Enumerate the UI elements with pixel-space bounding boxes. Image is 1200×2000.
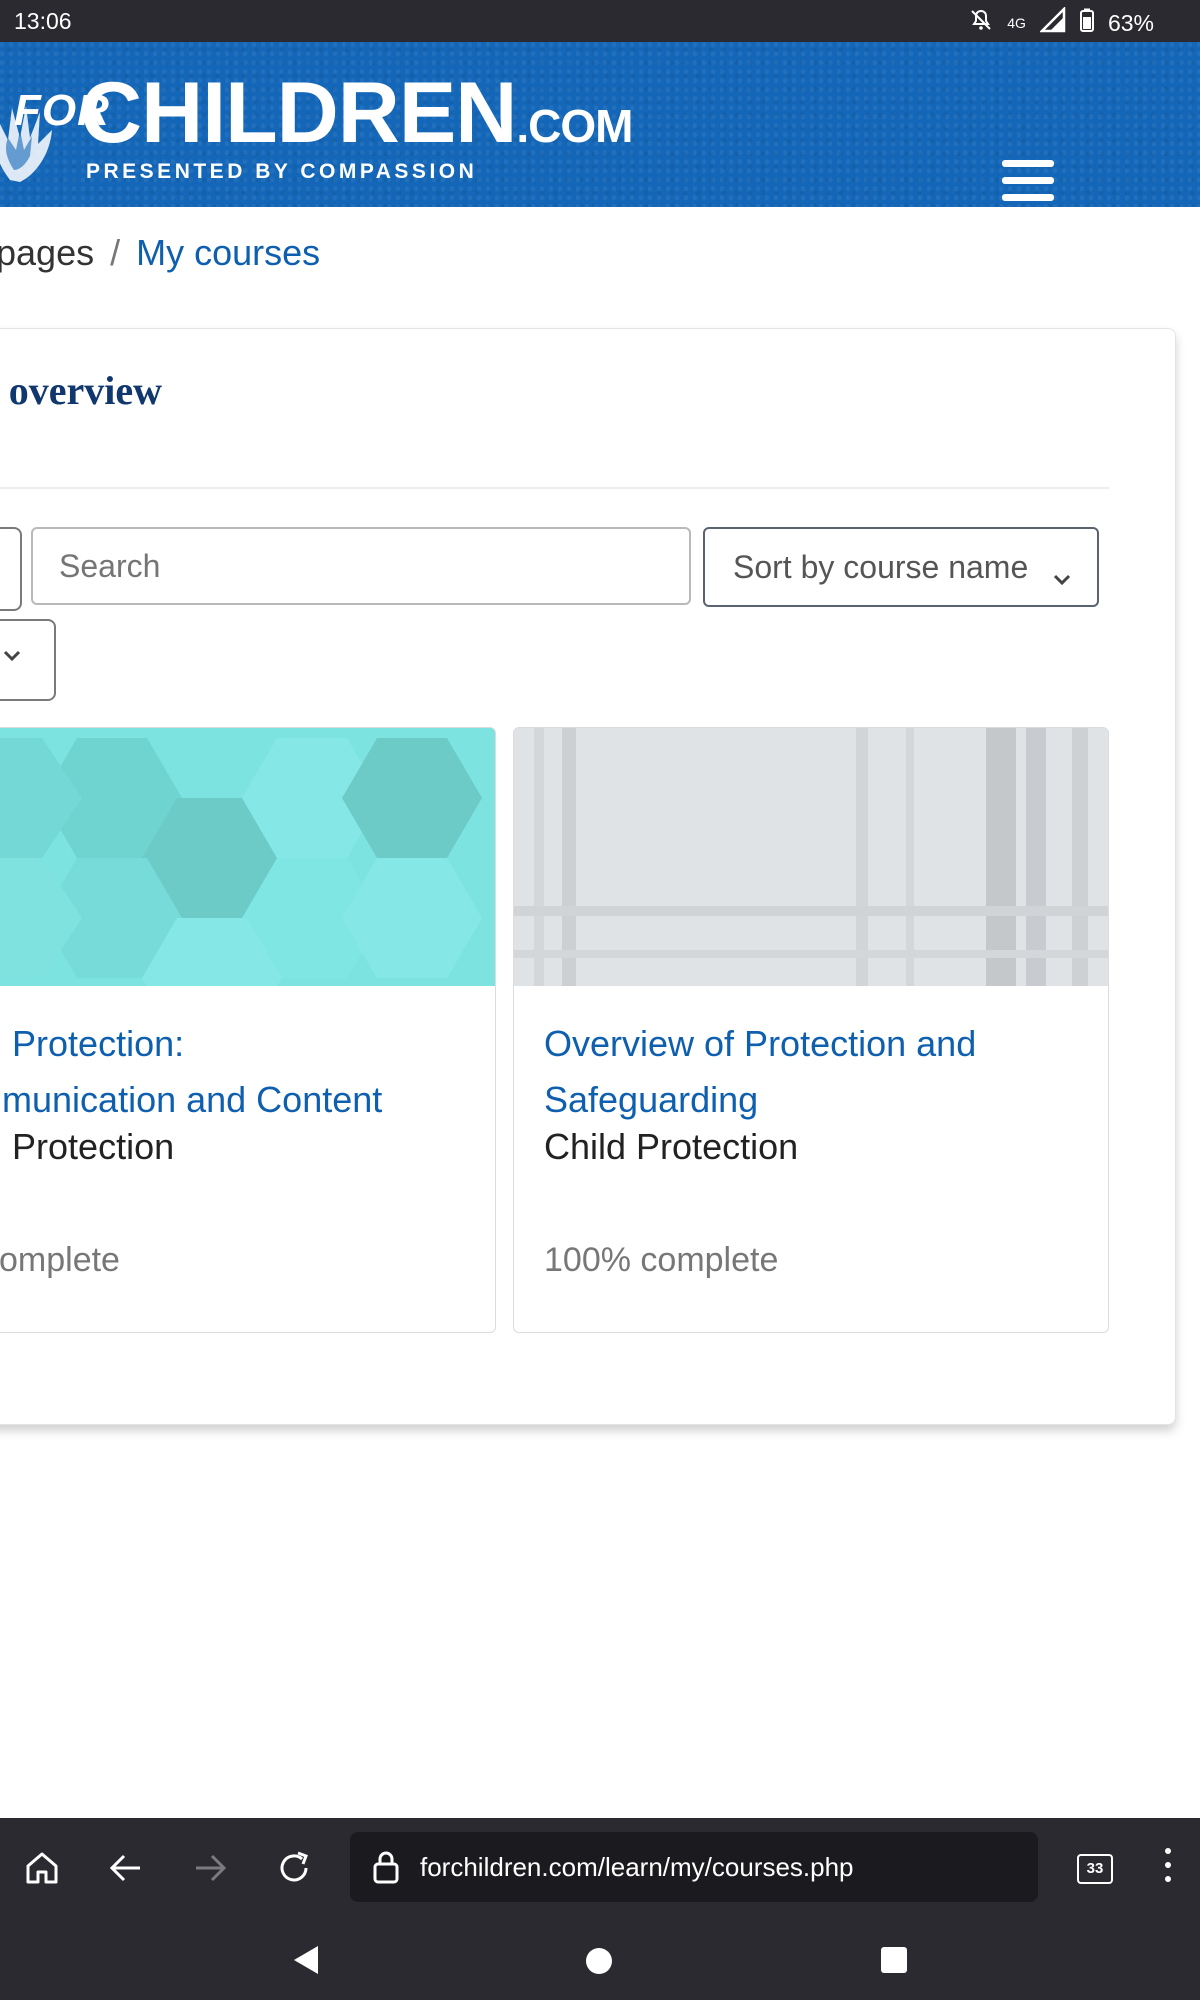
course-card[interactable]: d Protection: nmunication and Content d …: [0, 727, 496, 1333]
more-icon[interactable]: [1165, 1848, 1171, 1890]
breadcrumb: pages / My courses: [0, 232, 320, 274]
course-name-line: nmunication and Content: [0, 1079, 383, 1120]
network-4g-icon: 4G: [1007, 15, 1026, 31]
sort-selected-label: Sort by course name: [733, 548, 1029, 585]
nav-back-icon[interactable]: [292, 1944, 320, 1981]
battery-icon: [1079, 8, 1094, 38]
sort-dropdown[interactable]: Sort by course name: [703, 527, 1099, 607]
browser-toolbar: forchildren.com/learn/my/courses.php 33: [0, 1818, 1200, 1920]
status-time: 13:06: [14, 8, 72, 34]
course-name-link[interactable]: d Protection: nmunication and Content: [0, 1016, 382, 1128]
status-icons: 4G 63%: [969, 5, 1154, 39]
course-category: d Protection: [0, 1126, 175, 1167]
home-icon[interactable]: [24, 1850, 60, 1891]
nav-home-icon[interactable]: [584, 1946, 614, 1981]
course-card[interactable]: Overview of Protection and Safeguarding …: [513, 727, 1109, 1333]
course-name-line: d Protection:: [0, 1023, 185, 1064]
hamburger-icon[interactable]: [1002, 160, 1054, 206]
chevron-down-icon: [3, 649, 21, 667]
course-name-link[interactable]: Overview of Protection and Safeguarding: [544, 1016, 976, 1128]
course-image[interactable]: [0, 728, 495, 1038]
url-text: forchildren.com/learn/my/courses.php: [420, 1851, 854, 1882]
hexagon-pattern: [0, 728, 495, 1038]
breadcrumb-current[interactable]: My courses: [136, 232, 320, 273]
forward-icon[interactable]: [192, 1850, 228, 1891]
nav-recents-icon[interactable]: [880, 1946, 908, 1979]
grouping-filter-dropdown[interactable]: [0, 527, 22, 611]
status-bar: 13:06 4G 63%: [0, 0, 1200, 42]
site-header: FOR CHILDREN.COM PRESENTED BY COMPASSION: [0, 42, 1200, 207]
signal-icon: [1038, 5, 1066, 39]
course-name-line: Overview of Protection and: [544, 1023, 977, 1064]
view-mode-dropdown[interactable]: [0, 619, 56, 701]
logo-tagline: PRESENTED BY COMPASSION: [86, 160, 478, 183]
tabs-icon[interactable]: 33: [1077, 1854, 1113, 1884]
search-input[interactable]: [31, 527, 691, 605]
back-icon[interactable]: [108, 1850, 144, 1891]
url-bar[interactable]: forchildren.com/learn/my/courses.php: [350, 1832, 1038, 1902]
course-progress: 100% complete: [544, 1241, 779, 1279]
chevron-down-icon: [1053, 557, 1071, 594]
course-category: Child Protection: [544, 1126, 799, 1167]
plaid-pattern: [514, 728, 1108, 986]
logo-main-text: CHILDREN: [80, 65, 517, 161]
course-image[interactable]: [514, 728, 1108, 986]
lock-icon: [372, 1850, 400, 1891]
mute-icon: [969, 8, 993, 38]
course-overview-block: e overview Sort by course name: [0, 328, 1176, 1425]
reload-icon[interactable]: [276, 1850, 312, 1891]
breadcrumb-parent[interactable]: pages: [0, 232, 94, 273]
logo-com-text: .COM: [516, 100, 633, 152]
site-logo[interactable]: CHILDREN.COM: [80, 64, 633, 163]
tab-count: 33: [1086, 1860, 1104, 1877]
system-nav-bar: [0, 1920, 1200, 2000]
battery-percent: 63%: [1107, 9, 1154, 36]
block-title: e overview: [0, 368, 163, 413]
divider: [0, 487, 1109, 489]
breadcrumb-separator: /: [110, 232, 121, 273]
course-progress: complete: [0, 1241, 120, 1279]
course-name-line: Safeguarding: [544, 1079, 759, 1120]
